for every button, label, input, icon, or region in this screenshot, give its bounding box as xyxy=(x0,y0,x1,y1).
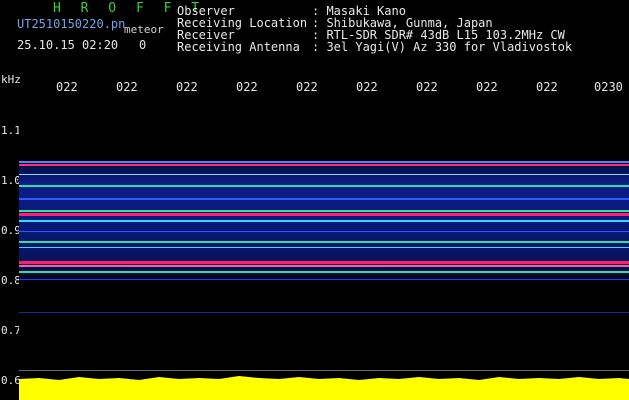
time-tick: 022 xyxy=(536,80,558,94)
antenna-value: : 3el Yagi(V) Az 330 for Vladivostok xyxy=(312,40,573,54)
time-tick: 022 xyxy=(416,80,438,94)
time-tick: 0230 xyxy=(594,80,623,94)
signal-line xyxy=(19,198,629,200)
signal-line xyxy=(19,161,629,163)
signal-line xyxy=(19,174,629,175)
time-tick: 022 xyxy=(236,80,258,94)
signal-line xyxy=(19,241,629,243)
signal-strength-graph xyxy=(19,376,629,400)
signal-line xyxy=(19,231,629,232)
freq-unit: kHz xyxy=(1,73,21,86)
meteor-count: 0 xyxy=(139,38,147,52)
freq-label: 0.7 xyxy=(1,324,21,337)
freq-label: 0.8 xyxy=(1,274,21,287)
signal-line xyxy=(19,279,629,280)
signal-line xyxy=(19,213,629,216)
signal-line xyxy=(19,220,629,222)
signal-strength-strip xyxy=(19,371,629,400)
signal-line xyxy=(19,210,629,212)
signal-line xyxy=(19,164,629,166)
time-tick: 022 xyxy=(176,80,198,94)
freq-label: 1.1 xyxy=(1,124,21,137)
meteor-label: meteor xyxy=(124,23,164,36)
file-name: UT2510150220.pn xyxy=(17,17,126,31)
antenna-label: Receiving Antenna xyxy=(177,40,300,54)
time-tick: 022 xyxy=(356,80,378,94)
waterfall-spectrogram xyxy=(19,97,629,369)
time-tick: 022 xyxy=(56,80,78,94)
signal-line xyxy=(19,261,629,264)
signal-line xyxy=(19,247,629,248)
faint-line xyxy=(19,312,629,313)
signal-line xyxy=(19,185,629,187)
signal-line xyxy=(19,271,629,273)
freq-label: 0.9 xyxy=(1,224,21,237)
time-tick: 022 xyxy=(476,80,498,94)
time-tick: 022 xyxy=(296,80,318,94)
signal-line xyxy=(19,265,629,267)
date-time: 25.10.15 02:20 xyxy=(17,38,119,52)
time-tick: 022 xyxy=(116,80,138,94)
freq-label: 1.0 xyxy=(1,174,21,187)
freq-label: 0.6 xyxy=(1,374,21,387)
